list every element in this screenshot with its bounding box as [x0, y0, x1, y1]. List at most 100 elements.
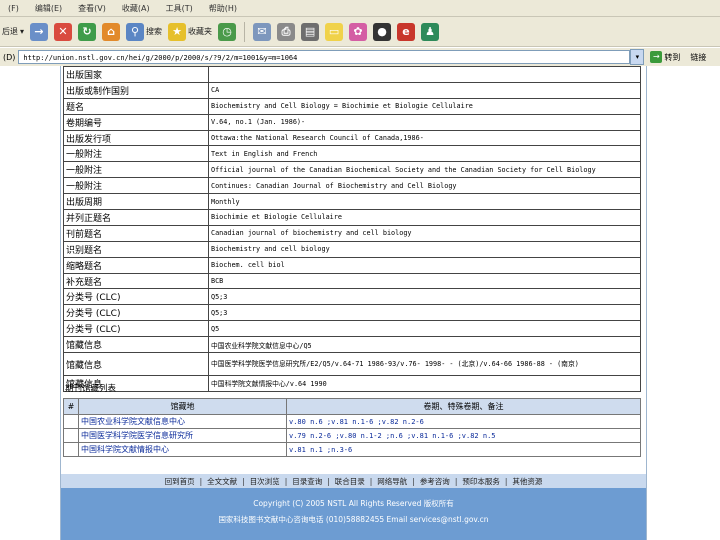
holding-volumes-link[interactable]: v.80 n.6 ;v.81 n.1-6 ;v.82 n.2-6	[286, 414, 641, 429]
record-row: 出版周期 Monthly	[63, 193, 641, 211]
record-field-value: Biochem. cell biol	[208, 256, 641, 274]
record-row: 补充题名 BCB	[63, 272, 641, 290]
links-label[interactable]: 链接	[690, 52, 706, 63]
note-icon[interactable]: ▭	[325, 22, 344, 41]
record-field-label: 补充题名	[63, 272, 209, 290]
record-row: 馆藏信息 中国医学科学院医学信息研究所/E2/Q5/v.64-71 1986-93…	[63, 352, 641, 377]
footer-divider: |	[504, 476, 508, 486]
record-field-label: 分类号 (CLC)	[63, 288, 209, 306]
favorites-button[interactable]: ★ 收藏夹	[168, 22, 212, 41]
search-label: 搜索	[146, 27, 163, 36]
menu-file[interactable]: (F)	[0, 4, 27, 13]
record-frame: 出版国家 出版或制作国别 CA 题名 Biochemistry and Cell Bio…	[60, 66, 647, 540]
addon-icon[interactable]: e	[397, 22, 416, 41]
star-icon: ★	[168, 22, 187, 41]
record-row: 分类号 (CLC) Q5	[63, 320, 641, 338]
search-icon: ⚲	[126, 22, 145, 41]
record-field-label: 馆藏信息	[63, 352, 209, 377]
address-dropdown[interactable]: ▾	[630, 49, 645, 65]
holding-row: 中国科学院文献情报中心 v.81 n.1 ;n.3-6	[63, 442, 641, 457]
menu-favorites[interactable]: 收藏(A)	[114, 3, 158, 14]
chevron-down-icon[interactable]: ▾	[20, 27, 24, 36]
record-field-label: 并列正题名	[63, 209, 209, 226]
menu-help[interactable]: 帮助(H)	[201, 3, 245, 14]
record-field-value: Q5;3	[208, 288, 641, 306]
record-field-label: 一般附注	[63, 161, 209, 179]
search-button[interactable]: ⚲ 搜索	[126, 22, 163, 41]
record-field-value: Q5	[208, 320, 641, 338]
penguin-icon[interactable]: ●	[373, 22, 392, 41]
browser-toolbar: 后退 ▾ → ✕ ↻ ⌂ ⚲ 搜索 ★ 收藏夹 ◷ ✉ ⎙ ▤ ▭ ✿ ● e …	[0, 17, 720, 47]
go-button[interactable]: → 转到	[650, 51, 680, 63]
messenger-icon[interactable]: ♟	[421, 22, 440, 41]
holding-library-link[interactable]: 中国农业科学院文献信息中心	[78, 414, 287, 429]
record-field-value: BCB	[208, 272, 641, 290]
mail-icon[interactable]: ✉	[253, 22, 272, 41]
record-row: 缩略题名 Biochem. cell biol	[63, 256, 641, 274]
address-input[interactable]: http://union.nstl.gov.cn/hei/g/2000/p/20…	[18, 50, 631, 64]
edit-icon[interactable]: ▤	[301, 22, 320, 41]
record-row: 分类号 (CLC) Q5;3	[63, 304, 641, 322]
footer-link[interactable]: 回到首页	[165, 476, 195, 487]
record-field-value: Ottawa:the National Research Council of …	[208, 129, 641, 147]
holding-index	[63, 414, 79, 429]
page-content: 出版国家 出版或制作国别 CA 题名 Biochemistry and Cell Bio…	[0, 66, 720, 540]
holding-volumes-link[interactable]: v.81 n.1 ;n.3-6	[286, 442, 641, 457]
holding-library-link[interactable]: 中国科学院文献情报中心	[78, 442, 287, 457]
footer-link[interactable]: 目录查询	[292, 476, 322, 487]
record-row: 刊前题名 Canadian journal of biochemistry and…	[63, 224, 641, 242]
menu-tools[interactable]: 工具(T)	[158, 3, 201, 14]
footer-link[interactable]: 预印本服务	[462, 476, 500, 487]
holding-row: 中国医学科学院医学信息研究所 v.79 n.2-6 ;v.80 n.1-2 ;n.…	[63, 428, 641, 443]
record-field-label: 卷期编号	[63, 113, 209, 131]
menu-view[interactable]: 查看(V)	[70, 3, 114, 14]
record-field-value	[208, 66, 641, 83]
address-label: (D)	[3, 52, 16, 62]
record-field-value: 中国医学科学院医学信息研究所/E2/Q5/v.64-71 1986-93/v.7…	[208, 352, 641, 377]
home-icon[interactable]: ⌂	[102, 22, 121, 41]
holding-volumes-link[interactable]: v.79 n.2-6 ;v.80 n.1-2 ;n.6 ;v.81 n.1-6 …	[286, 428, 641, 443]
refresh-icon[interactable]: ↻	[78, 22, 97, 41]
record-row: 并列正题名 Biochimie et Biologie Cellulaire	[63, 209, 641, 226]
record-field-value: Continues: Canadian Journal of Biochemis…	[208, 177, 641, 195]
record-field-value: 中国科学院文献情报中心/v.64 1990	[208, 375, 641, 392]
record-field-label: 出版发行项	[63, 129, 209, 147]
record-field-label: 缩略题名	[63, 256, 209, 274]
footer-link[interactable]: 网络导航	[377, 476, 407, 487]
print-icon[interactable]: ⎙	[277, 22, 296, 41]
record-row: 卷期编号 V.64, no.1 (Jan. 1986)-	[63, 113, 641, 131]
go-label: 转到	[664, 52, 681, 62]
record-field-value: 中国农业科学院文献信息中心/Q5	[208, 336, 641, 354]
record-row: 馆藏信息 中国科学院文献情报中心/v.64 1990	[63, 375, 641, 392]
forward-icon[interactable]: →	[30, 22, 49, 41]
footer-link[interactable]: 联合目录	[335, 476, 365, 487]
copyright: Copyright (C) 2005 NSTL All Rights Reser…	[253, 499, 454, 508]
holdings-title: 期刊馆藏列表	[65, 384, 117, 394]
record-table: 出版国家 出版或制作国别 CA 题名 Biochemistry and Cell Bio…	[63, 66, 641, 392]
record-row: 一般附注 Continues: Canadian Journal of Bioch…	[63, 177, 641, 195]
holding-row: 中国农业科学院文献信息中心 v.80 n.6 ;v.81 n.1-6 ;v.82 …	[63, 414, 641, 429]
record-field-label: 出版国家	[63, 66, 209, 83]
footer-link[interactable]: 参考咨询	[420, 476, 450, 487]
col-volumes: 卷期、特殊卷期、备注	[286, 398, 641, 415]
holding-index	[63, 428, 79, 443]
record-field-label: 刊前题名	[63, 224, 209, 242]
footer-link[interactable]: 其他资源	[512, 476, 542, 487]
record-field-label: 出版或制作国别	[63, 81, 209, 99]
back-button[interactable]: 后退 ▾	[2, 26, 24, 37]
holding-library-link[interactable]: 中国医学科学院医学信息研究所	[78, 428, 287, 443]
record-field-label: 一般附注	[63, 177, 209, 195]
footer-divider: |	[412, 476, 415, 486]
footer-link[interactable]: 目次浏览	[250, 476, 280, 487]
record-row: 一般附注 Text in English and French	[63, 145, 641, 163]
menu-edit[interactable]: 编辑(E)	[27, 3, 70, 14]
stop-icon[interactable]: ✕	[54, 22, 73, 41]
record-row: 识别题名 Biochemistry and cell biology	[63, 240, 641, 258]
record-row: 出版或制作国别 CA	[63, 81, 641, 99]
footer: 回到首页 | 全文文献 | 目次浏览 | 目录查询 | 联合目录 | 网络导航 | 参考咨询 | 预印本服务…	[61, 474, 646, 540]
flower-icon[interactable]: ✿	[349, 22, 368, 41]
record-field-value: Canadian journal of biochemistry and cel…	[208, 224, 641, 242]
footer-link[interactable]: 全文文献	[207, 476, 237, 487]
record-field-label: 分类号 (CLC)	[63, 304, 209, 322]
history-icon[interactable]: ◷	[218, 22, 237, 41]
